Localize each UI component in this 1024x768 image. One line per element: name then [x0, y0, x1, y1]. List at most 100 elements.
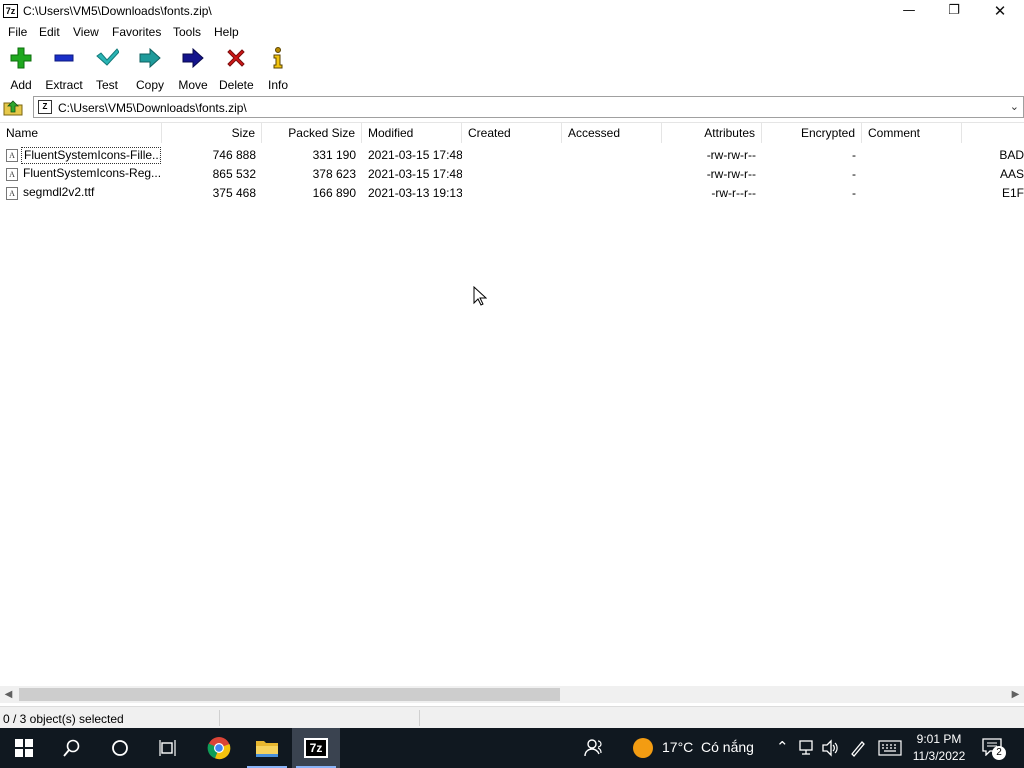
move-button[interactable]: Move — [177, 46, 209, 92]
file-crc: AAS — [999, 167, 1024, 181]
file-size: 746 888 — [212, 148, 256, 162]
weather-sun-icon[interactable] — [633, 738, 653, 758]
menu-bar: File Edit View Favorites Tools Help — [0, 24, 1024, 42]
menu-favorites[interactable]: Favorites — [112, 25, 161, 39]
scroll-right-icon[interactable]: ▶ — [1007, 686, 1024, 703]
window-title: C:\Users\VM5\Downloads\fonts.zip\ — [23, 4, 212, 18]
menu-help[interactable]: Help — [214, 25, 239, 39]
info-button[interactable]: Info — [266, 46, 290, 92]
file-modified: 2021-03-15 17:48 — [368, 167, 462, 181]
folder-up-icon[interactable] — [3, 98, 23, 116]
file-crc: BAD — [999, 148, 1024, 162]
column-header-packed-size[interactable]: Packed Size — [262, 123, 362, 143]
extract-button[interactable]: Extract — [44, 46, 84, 92]
scrollbar-thumb[interactable] — [19, 688, 560, 701]
clock-date: 11/3/2022 — [912, 749, 966, 763]
column-header-row: Name Size Packed Size Modified Created A… — [0, 123, 1024, 143]
file-name[interactable]: FluentSystemIcons-Fille... — [21, 147, 161, 164]
windows-logo-icon — [15, 739, 33, 757]
mouse-pointer-icon — [473, 286, 487, 306]
checkmark-icon — [96, 48, 119, 66]
column-header-size[interactable]: Size — [162, 123, 262, 143]
menu-tools[interactable]: Tools — [173, 25, 201, 39]
toolbar: Add Extract Test Copy Move Delete Info — [0, 44, 1024, 92]
file-crc: E1F — [1001, 186, 1024, 200]
minimize-button[interactable]: — — [886, 0, 932, 22]
add-label: Add — [10, 78, 32, 92]
7zip-app-icon[interactable]: 7z — [3, 4, 18, 18]
clock-time: 9:01 PM — [916, 732, 962, 746]
font-file-icon: A — [6, 168, 18, 181]
volume-icon[interactable] — [821, 739, 839, 757]
column-header-name[interactable]: Name — [0, 123, 162, 143]
column-header-attributes[interactable]: Attributes — [662, 123, 762, 143]
copy-button[interactable]: Copy — [135, 46, 165, 92]
file-attributes: -rw-rw-r-- — [706, 148, 756, 162]
file-name[interactable]: segmdl2v2.ttf — [21, 185, 161, 202]
delete-x-icon — [227, 49, 245, 67]
delete-label: Delete — [219, 78, 254, 92]
status-divider — [419, 710, 420, 726]
column-header-modified[interactable]: Modified — [362, 123, 462, 143]
horizontal-scrollbar[interactable]: ◀ ▶ — [0, 686, 1024, 703]
title-bar[interactable]: 7z C:\Users\VM5\Downloads\fonts.zip\ — ❐… — [0, 0, 1024, 22]
search-icon — [63, 739, 80, 757]
start-button[interactable] — [0, 728, 48, 768]
7zip-taskbar-button[interactable]: 7z — [292, 728, 340, 768]
column-header-comment[interactable]: Comment — [862, 123, 962, 143]
task-view-button[interactable] — [144, 728, 192, 768]
test-label: Test — [95, 78, 118, 92]
file-packed-size: 378 623 — [312, 167, 356, 181]
weather-temperature[interactable]: 17°C — [662, 739, 693, 755]
cortana-circle-icon — [112, 740, 128, 756]
extract-label: Extract — [45, 78, 83, 92]
file-explorer-taskbar-button[interactable] — [243, 728, 291, 768]
delete-button[interactable]: Delete — [219, 46, 254, 92]
address-row: Z C:\Users\VM5\Downloads\fonts.zip\ ⌄ — [0, 96, 1024, 118]
people-icon[interactable] — [584, 738, 604, 758]
font-file-icon: A — [6, 149, 18, 162]
move-arrow-icon — [182, 47, 204, 69]
file-attributes: -rw-r--r-- — [711, 186, 756, 200]
cortana-button[interactable] — [96, 728, 144, 768]
clock[interactable]: 9:01 PM 11/3/2022 — [902, 731, 976, 765]
notification-center-button[interactable]: 2 — [982, 738, 1006, 760]
restore-button[interactable]: ❐ — [931, 0, 977, 22]
menu-file[interactable]: File — [8, 25, 27, 39]
info-icon — [273, 47, 283, 69]
column-header-accessed[interactable]: Accessed — [562, 123, 662, 143]
close-button[interactable]: ✕ — [977, 0, 1023, 22]
network-icon[interactable] — [798, 739, 816, 757]
file-name[interactable]: FluentSystemIcons-Reg... — [21, 166, 161, 183]
copy-label: Copy — [135, 78, 164, 92]
menu-edit[interactable]: Edit — [39, 25, 60, 39]
column-header-encrypted[interactable]: Encrypted — [762, 123, 862, 143]
search-button[interactable] — [48, 728, 96, 768]
keyboard-icon[interactable] — [878, 740, 902, 756]
file-encrypted: - — [852, 167, 856, 181]
column-header-crc[interactable] — [962, 123, 1024, 143]
add-button[interactable]: Add — [6, 46, 36, 92]
table-row[interactable]: A FluentSystemIcons-Reg... 865 532 378 6… — [0, 165, 1024, 184]
plus-icon — [10, 47, 32, 69]
pen-icon[interactable] — [849, 739, 867, 757]
table-row[interactable]: A segmdl2v2.ttf 375 468 166 890 2021-03-… — [0, 184, 1024, 203]
chevron-up-icon[interactable]: ⌃ — [776, 738, 789, 756]
task-view-icon — [159, 740, 176, 756]
file-size: 375 468 — [212, 186, 256, 200]
minus-icon — [54, 54, 74, 62]
status-divider — [219, 710, 220, 726]
address-path[interactable]: C:\Users\VM5\Downloads\fonts.zip\ — [58, 101, 247, 115]
test-button[interactable]: Test — [93, 46, 121, 92]
address-bar[interactable]: Z C:\Users\VM5\Downloads\fonts.zip\ ⌄ — [33, 96, 1024, 118]
column-header-created[interactable]: Created — [462, 123, 562, 143]
chevron-down-icon[interactable]: ⌄ — [1010, 100, 1019, 113]
file-encrypted: - — [852, 148, 856, 162]
weather-description[interactable]: Có nắng — [701, 739, 754, 755]
table-row[interactable]: A FluentSystemIcons-Fille... 746 888 331… — [0, 146, 1024, 165]
menu-view[interactable]: View — [73, 25, 99, 39]
scroll-left-icon[interactable]: ◀ — [0, 686, 17, 703]
file-list[interactable]: Name Size Packed Size Modified Created A… — [0, 122, 1024, 688]
chrome-taskbar-button[interactable] — [195, 728, 243, 768]
windows-taskbar: 7z 17°C Có nắng ⌃ 9:01 PM 11/3/2022 2 — [0, 728, 1024, 768]
